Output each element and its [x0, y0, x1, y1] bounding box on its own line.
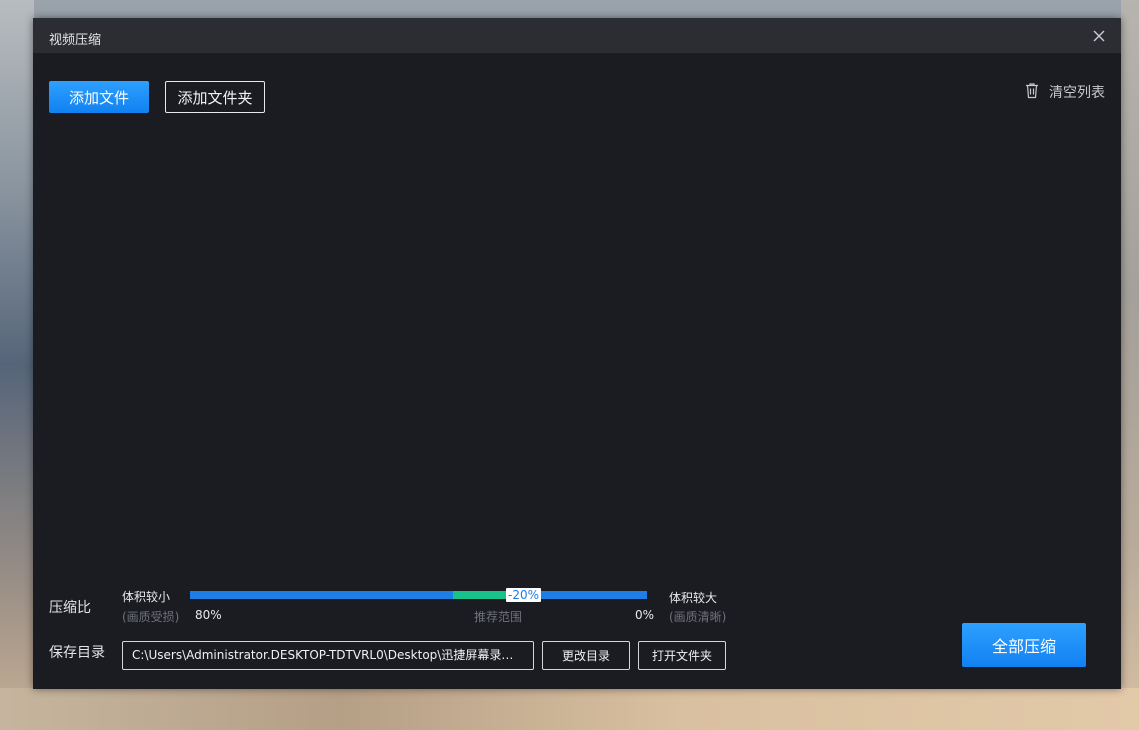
smaller-size-label: 体积较小 — [122, 590, 171, 604]
add-folder-button[interactable]: 添加文件夹 — [165, 81, 265, 113]
desktop-background-right — [1121, 0, 1139, 730]
compression-slider[interactable]: -20% — [190, 588, 647, 602]
change-directory-button[interactable]: 更改目录 — [542, 641, 630, 670]
clear-list-label: 清空列表 — [1049, 85, 1105, 101]
compress-all-button[interactable]: 全部压缩 — [962, 623, 1086, 667]
close-icon[interactable] — [1091, 28, 1107, 44]
titlebar: 视频压缩 — [33, 18, 1121, 53]
clear-list-button[interactable]: 清空列表 — [1024, 82, 1105, 102]
recommended-range-label: 推荐范围 — [474, 610, 523, 624]
desktop-background-left — [0, 0, 34, 730]
trash-icon — [1024, 82, 1040, 103]
quality-loss-note: (画质受损) — [122, 610, 180, 624]
desktop-background-bottom — [0, 688, 1139, 730]
add-file-button[interactable]: 添加文件 — [49, 81, 149, 113]
compression-slider-thumb[interactable]: -20% — [506, 588, 541, 602]
max-ratio-value: 0% — [635, 608, 655, 622]
compression-ratio-label: 压缩比 — [49, 600, 91, 616]
min-ratio-value: 80% — [195, 608, 222, 622]
video-compress-window: 视频压缩 添加文件 添加文件夹 清空列表 压缩比 体积较小 (画质受损) 80%… — [33, 18, 1121, 689]
recommended-range-highlight — [453, 591, 508, 599]
file-list-area — [49, 128, 1105, 573]
quality-clear-note: (画质清晰) — [669, 610, 727, 624]
larger-size-label: 体积较大 — [669, 591, 718, 605]
save-directory-label: 保存目录 — [49, 645, 105, 661]
window-title: 视频压缩 — [49, 33, 102, 48]
save-directory-field[interactable]: C:\Users\Administrator.DESKTOP-TDTVRL0\D… — [122, 641, 534, 670]
open-folder-button[interactable]: 打开文件夹 — [638, 641, 726, 670]
